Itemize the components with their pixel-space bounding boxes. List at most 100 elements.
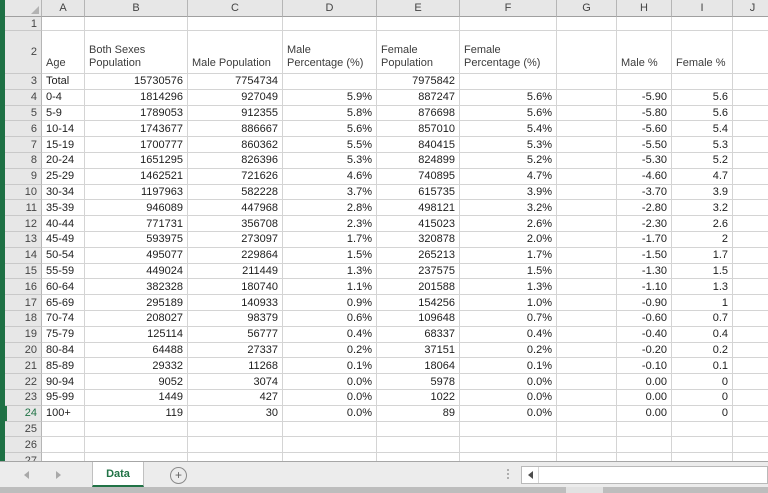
cell-B20[interactable]: 64488 xyxy=(85,342,188,359)
cell-H20[interactable]: -0.20 xyxy=(617,342,672,359)
cell-I24[interactable]: 0 xyxy=(672,405,733,422)
row-header-12[interactable]: 12 xyxy=(5,216,42,232)
cell-A13[interactable]: 45-49 xyxy=(42,231,85,248)
col-header-A[interactable]: A xyxy=(42,0,85,17)
cell-J14[interactable] xyxy=(733,248,768,264)
cell-E26[interactable] xyxy=(377,437,460,454)
cell-C5[interactable]: 912355 xyxy=(188,105,283,122)
cell-J8[interactable] xyxy=(733,153,768,169)
cell-I21[interactable]: 0.1 xyxy=(672,358,733,375)
col-header-J[interactable]: J xyxy=(733,0,768,17)
cell-I2[interactable]: Female % xyxy=(672,31,733,74)
cell-A21[interactable]: 85-89 xyxy=(42,358,85,375)
cell-E21[interactable]: 18064 xyxy=(377,358,460,375)
row-header-3[interactable]: 3 xyxy=(5,74,42,90)
cell-C20[interactable]: 27337 xyxy=(188,342,283,359)
cell-C12[interactable]: 356708 xyxy=(188,216,283,232)
cell-E5[interactable]: 876698 xyxy=(377,105,460,122)
cell-G18[interactable] xyxy=(557,310,617,327)
row-header-23[interactable]: 23 xyxy=(5,389,42,406)
cell-F13[interactable]: 2.0% xyxy=(460,231,557,248)
cell-I5[interactable]: 5.6 xyxy=(672,105,733,122)
cell-G21[interactable] xyxy=(557,358,617,375)
cell-D23[interactable]: 0.0% xyxy=(283,389,377,406)
row-header-21[interactable]: 21 xyxy=(5,358,42,375)
cell-G16[interactable] xyxy=(557,279,617,296)
cell-F27[interactable] xyxy=(460,453,557,461)
cell-D11[interactable]: 2.8% xyxy=(283,200,377,217)
row-header-1[interactable]: 1 xyxy=(5,17,42,31)
next-sheet-icon[interactable] xyxy=(56,471,61,479)
cell-A15[interactable]: 55-59 xyxy=(42,263,85,280)
cell-D1[interactable] xyxy=(283,17,377,31)
cell-B27[interactable] xyxy=(85,453,188,461)
row-header-9[interactable]: 9 xyxy=(5,168,42,185)
cell-I27[interactable] xyxy=(672,453,733,461)
cell-J22[interactable] xyxy=(733,374,768,390)
col-header-G[interactable]: G xyxy=(557,0,617,17)
cell-G11[interactable] xyxy=(557,200,617,217)
cell-G3[interactable] xyxy=(557,74,617,90)
cell-C24[interactable]: 30 xyxy=(188,405,283,422)
cell-F6[interactable]: 5.4% xyxy=(460,121,557,138)
cell-A16[interactable]: 60-64 xyxy=(42,279,85,296)
cell-B10[interactable]: 1197963 xyxy=(85,184,188,201)
cell-E17[interactable]: 154256 xyxy=(377,295,460,311)
cell-I12[interactable]: 2.6 xyxy=(672,216,733,232)
tab-data[interactable]: Data xyxy=(92,462,144,487)
col-header-H[interactable]: H xyxy=(617,0,672,17)
row-header-17[interactable]: 17 xyxy=(5,295,42,311)
cell-B12[interactable]: 771731 xyxy=(85,216,188,232)
row-header-26[interactable]: 26 xyxy=(5,437,42,454)
cell-E2[interactable]: Female Population xyxy=(377,31,460,74)
cell-B11[interactable]: 946089 xyxy=(85,200,188,217)
cell-C4[interactable]: 927049 xyxy=(188,89,283,106)
row-header-13[interactable]: 13 xyxy=(5,231,42,248)
cell-C8[interactable]: 826396 xyxy=(188,152,283,169)
cell-H18[interactable]: -0.60 xyxy=(617,310,672,327)
cell-G27[interactable] xyxy=(557,453,617,461)
cell-F23[interactable]: 0.0% xyxy=(460,389,557,406)
cell-C11[interactable]: 447968 xyxy=(188,200,283,217)
cell-H7[interactable]: -5.50 xyxy=(617,137,672,153)
cell-G5[interactable] xyxy=(557,105,617,122)
row-header-5[interactable]: 5 xyxy=(5,105,42,122)
cell-C17[interactable]: 140933 xyxy=(188,295,283,311)
row-header-20[interactable]: 20 xyxy=(5,342,42,359)
cell-D10[interactable]: 3.7% xyxy=(283,184,377,201)
cell-G6[interactable] xyxy=(557,121,617,138)
cell-D5[interactable]: 5.8% xyxy=(283,105,377,122)
cell-C16[interactable]: 180740 xyxy=(188,279,283,296)
cell-C19[interactable]: 56777 xyxy=(188,326,283,343)
cell-J10[interactable] xyxy=(733,185,768,201)
cell-I23[interactable]: 0 xyxy=(672,389,733,406)
cell-J17[interactable] xyxy=(733,295,768,311)
cell-G9[interactable] xyxy=(557,168,617,185)
cell-J3[interactable] xyxy=(733,74,768,90)
cell-H14[interactable]: -1.50 xyxy=(617,247,672,264)
cell-I22[interactable]: 0 xyxy=(672,374,733,390)
row-header-16[interactable]: 16 xyxy=(5,279,42,296)
cell-A10[interactable]: 30-34 xyxy=(42,184,85,201)
cell-J11[interactable] xyxy=(733,200,768,217)
scroll-left-icon[interactable] xyxy=(522,467,539,483)
cell-C25[interactable] xyxy=(188,421,283,438)
select-all-corner[interactable] xyxy=(5,0,42,17)
cell-G13[interactable] xyxy=(557,231,617,248)
cell-H10[interactable]: -3.70 xyxy=(617,184,672,201)
cell-F7[interactable]: 5.3% xyxy=(460,137,557,153)
cell-F20[interactable]: 0.2% xyxy=(460,342,557,359)
row-header-11[interactable]: 11 xyxy=(5,200,42,217)
cell-A8[interactable]: 20-24 xyxy=(42,152,85,169)
cell-C22[interactable]: 3074 xyxy=(188,374,283,390)
cell-G4[interactable] xyxy=(557,89,617,106)
cell-C6[interactable]: 886667 xyxy=(188,121,283,138)
cell-B22[interactable]: 9052 xyxy=(85,374,188,390)
cell-C21[interactable]: 11268 xyxy=(188,358,283,375)
cell-I10[interactable]: 3.9 xyxy=(672,184,733,201)
row-header-15[interactable]: 15 xyxy=(5,263,42,280)
cell-F12[interactable]: 2.6% xyxy=(460,216,557,232)
cell-D22[interactable]: 0.0% xyxy=(283,374,377,390)
cell-G24[interactable] xyxy=(557,405,617,422)
cell-E25[interactable] xyxy=(377,421,460,438)
